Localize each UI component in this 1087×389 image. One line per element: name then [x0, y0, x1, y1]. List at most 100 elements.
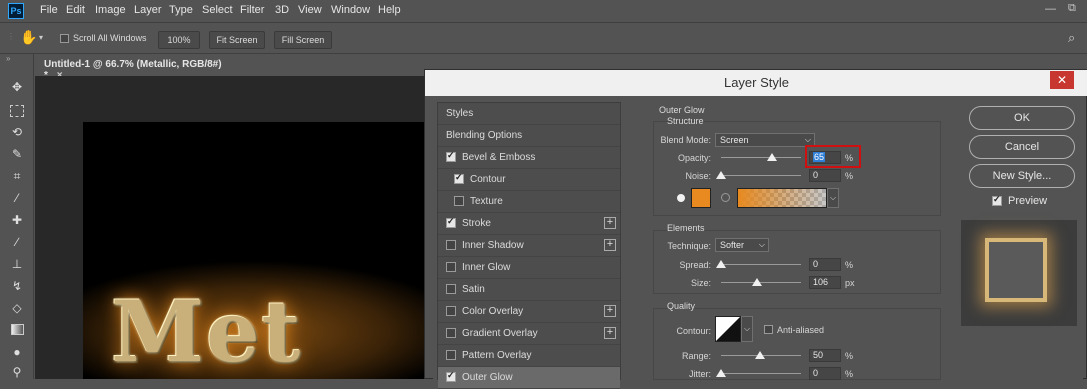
opacity-slider-thumb[interactable]	[767, 153, 777, 161]
menu-filter[interactable]: Filter	[240, 4, 264, 16]
style-row-bevel-emboss[interactable]: Bevel & Emboss	[438, 147, 620, 169]
history-brush-tool-icon[interactable]: ↯	[8, 277, 26, 295]
noise-slider-track[interactable]	[721, 175, 801, 176]
add-color-overlay-plus-icon[interactable]: +	[604, 305, 616, 317]
cancel-button[interactable]: Cancel	[969, 135, 1075, 159]
menu-3d[interactable]: 3D	[275, 4, 289, 16]
document-tab[interactable]: Untitled-1 @ 66.7% (Metallic, RGB/8#) * …	[36, 54, 236, 81]
style-row-contour[interactable]: Contour	[438, 169, 620, 191]
contour-checkbox[interactable]	[454, 172, 464, 184]
fill-screen-button[interactable]: Fill Screen	[274, 31, 332, 49]
menu-type[interactable]: Type	[169, 4, 193, 16]
color-overlay-checkbox[interactable]	[446, 306, 456, 316]
search-icon[interactable]: ⌕	[1068, 30, 1075, 46]
blend-mode-dropdown[interactable]: Screen ⌵	[715, 133, 815, 147]
menu-help[interactable]: Help	[378, 4, 401, 16]
texture-checkbox[interactable]	[454, 196, 464, 206]
hand-tool-icon[interactable]: ✋	[20, 29, 37, 46]
style-row-inner-glow[interactable]: Inner Glow	[438, 257, 620, 279]
inner-shadow-checkbox[interactable]	[446, 240, 456, 250]
healing-brush-tool-icon[interactable]: ✚	[8, 211, 26, 229]
gradient-chevron-down-icon[interactable]: ⌵	[827, 188, 839, 208]
style-row-pattern-overlay[interactable]: Pattern Overlay	[438, 345, 620, 367]
menu-select[interactable]: Select	[202, 4, 233, 16]
collapse-arrows-icon[interactable]: »	[6, 54, 10, 63]
add-inner-shadow-plus-icon[interactable]: +	[604, 239, 616, 251]
contour-chevron-down-icon[interactable]: ⌵	[741, 316, 753, 342]
menu-window[interactable]: Window	[331, 4, 370, 16]
gradient-overlay-checkbox[interactable]	[446, 328, 456, 338]
anti-aliased-checkbox[interactable]	[764, 325, 773, 334]
marquee-tool-icon[interactable]	[10, 105, 24, 117]
pattern-overlay-checkbox[interactable]	[446, 350, 456, 360]
quick-selection-tool-icon[interactable]: ✎	[8, 145, 26, 163]
style-row-stroke[interactable]: Stroke +	[438, 213, 620, 235]
document-canvas[interactable]: Met	[83, 122, 425, 379]
zoom-100-button[interactable]: 100%	[158, 31, 200, 49]
technique-dropdown[interactable]: Softer ⌵	[715, 238, 769, 252]
crop-tool-icon[interactable]: ⌗	[8, 167, 26, 185]
bevel-emboss-checkbox[interactable]	[446, 150, 456, 162]
satin-checkbox[interactable]	[446, 284, 456, 294]
noise-slider-thumb[interactable]	[716, 171, 726, 179]
outer-glow-checkbox[interactable]	[446, 370, 456, 382]
eyedropper-tool-icon[interactable]: ⁄	[8, 189, 26, 207]
canvas-area: Met	[35, 76, 425, 379]
size-slider-thumb[interactable]	[752, 278, 762, 286]
dialog-titlebar[interactable]: Layer Style ✕	[425, 70, 1087, 96]
style-row-outer-glow[interactable]: Outer Glow	[438, 367, 620, 389]
move-tool-icon[interactable]: ✥	[8, 78, 26, 96]
new-style-button[interactable]: New Style...	[969, 164, 1075, 188]
blur-tool-icon[interactable]: ●	[8, 343, 26, 361]
style-row-texture[interactable]: Texture	[438, 191, 620, 213]
menu-view[interactable]: View	[298, 4, 322, 16]
jitter-slider-track[interactable]	[721, 373, 801, 374]
dialog-close-button[interactable]: ✕	[1050, 71, 1074, 89]
range-slider-thumb[interactable]	[755, 351, 765, 359]
lasso-tool-icon[interactable]: ⟲	[8, 123, 26, 141]
style-row-satin[interactable]: Satin	[438, 279, 620, 301]
brush-tool-icon[interactable]: ∕	[8, 233, 26, 251]
fit-screen-button[interactable]: Fit Screen	[209, 31, 265, 49]
jitter-slider-thumb[interactable]	[716, 369, 726, 377]
style-label: Blending Options	[446, 130, 523, 141]
menu-file[interactable]: File	[40, 4, 58, 16]
gradient-radio[interactable]	[721, 193, 730, 202]
minimize-icon[interactable]: —	[1045, 3, 1056, 15]
style-row-inner-shadow[interactable]: Inner Shadow +	[438, 235, 620, 257]
solid-color-radio[interactable]	[677, 194, 685, 202]
preview-checkbox[interactable]	[992, 194, 1002, 206]
stroke-checkbox[interactable]	[446, 216, 456, 228]
dodge-tool-icon[interactable]: ⚲	[8, 363, 26, 381]
style-row-styles[interactable]: Styles	[438, 103, 620, 125]
style-label: Satin	[462, 284, 485, 295]
jitter-field[interactable]: 0	[809, 367, 841, 380]
menu-layer[interactable]: Layer	[134, 4, 162, 16]
glow-color-swatch[interactable]	[691, 188, 711, 208]
spread-field[interactable]: 0	[809, 258, 841, 271]
clone-stamp-tool-icon[interactable]: ⊥	[8, 255, 26, 273]
gradient-tool-icon[interactable]	[11, 324, 24, 335]
size-field[interactable]: 106	[809, 276, 841, 289]
opacity-slider-track[interactable]	[721, 157, 801, 158]
ok-button[interactable]: OK	[969, 106, 1075, 130]
add-stroke-plus-icon[interactable]: +	[604, 217, 616, 229]
noise-field[interactable]: 0	[809, 169, 841, 182]
style-row-gradient-overlay[interactable]: Gradient Overlay +	[438, 323, 620, 345]
eraser-tool-icon[interactable]: ◇	[8, 299, 26, 317]
add-gradient-overlay-plus-icon[interactable]: +	[604, 327, 616, 339]
style-row-color-overlay[interactable]: Color Overlay +	[438, 301, 620, 323]
contour-thumbnail[interactable]	[715, 316, 741, 342]
chevron-down-icon[interactable]: ▾	[39, 33, 43, 42]
menu-image[interactable]: Image	[95, 4, 126, 16]
range-field[interactable]: 50	[809, 349, 841, 362]
style-row-blending-options[interactable]: Blending Options	[438, 125, 620, 147]
scroll-all-windows-checkbox[interactable]	[60, 34, 69, 43]
spread-slider-track[interactable]	[721, 264, 801, 265]
glow-gradient-swatch[interactable]	[737, 188, 827, 208]
menu-edit[interactable]: Edit	[66, 4, 85, 16]
style-label: Inner Glow	[462, 262, 511, 273]
inner-glow-checkbox[interactable]	[446, 262, 456, 272]
restore-icon[interactable]: ⧉	[1068, 2, 1076, 15]
spread-slider-thumb[interactable]	[716, 260, 726, 268]
